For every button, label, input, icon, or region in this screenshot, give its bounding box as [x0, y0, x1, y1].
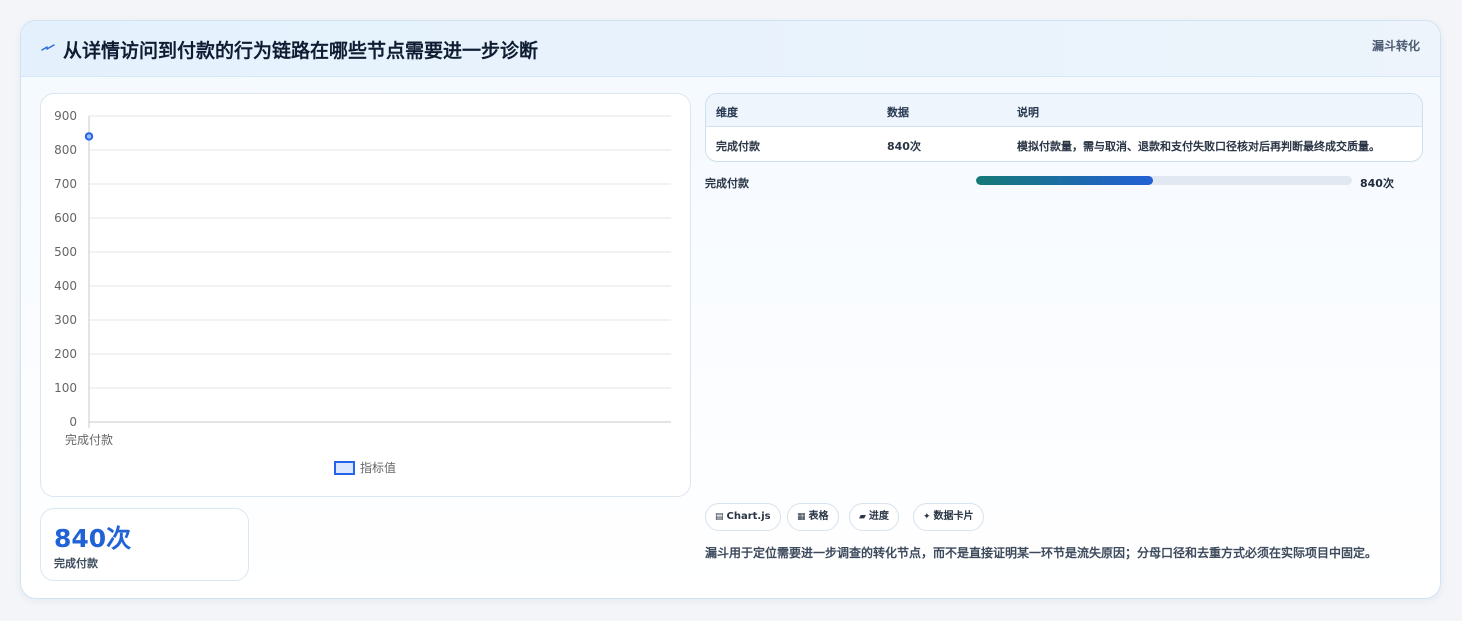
chip-label: 表格	[808, 511, 829, 522]
chip-data-card[interactable]: ✦ 数据卡片	[913, 503, 984, 531]
y-tick-label: 100	[54, 381, 77, 395]
chart-icon: ▤	[715, 512, 724, 522]
table-cell-dimension: 完成付款	[716, 140, 760, 153]
chip-table[interactable]: ▦ 表格	[787, 503, 839, 531]
data-table: 维度 数据 说明 完成付款 840次 模拟付款量，需与取消、退款和支付失败口径核…	[705, 93, 1423, 162]
progress-icon: ▰	[859, 512, 866, 522]
category-badge: 漏斗转化	[1371, 39, 1420, 53]
line-chart: 0 100 200 300 400 500 600 700 800 900 完成付款指标值	[54, 109, 671, 475]
page-title: 从详情访问到付款的行为链路在哪些节点需要进一步诊断	[63, 40, 539, 62]
y-tick-label: 700	[54, 177, 77, 191]
card-icon: ✦	[923, 512, 931, 522]
table-header-data: 数据	[887, 106, 909, 119]
progress-value: 840次	[1360, 177, 1394, 190]
y-tick-label: 500	[54, 245, 77, 259]
chip-label: 进度	[868, 511, 889, 522]
table-header-dimension: 维度	[716, 106, 738, 119]
chart-panel: 0 100 200 300 400 500 600 700 800 900 完成付款指标值	[40, 93, 691, 497]
table-header-description: 说明	[1017, 106, 1039, 119]
x-tick-label: 完成付款	[65, 432, 113, 447]
metric-card: 840次 完成付款	[40, 508, 249, 581]
funnel-card: 从详情访问到付款的行为链路在哪些节点需要进一步诊断 漏斗转化 0 100 200 30…	[20, 20, 1441, 599]
y-tick-label: 300	[54, 313, 77, 327]
y-tick-label: 400	[54, 279, 77, 293]
progress-row: 完成付款 840次	[705, 171, 1423, 191]
chip-label: Chart.js	[726, 511, 771, 522]
data-point	[84, 132, 94, 141]
legend-swatch	[334, 461, 355, 475]
table-header: 维度 数据 说明	[706, 94, 1422, 127]
chip-progress[interactable]: ▰ 进度	[849, 503, 899, 531]
y-tick-label: 200	[54, 347, 77, 361]
card-header: 从详情访问到付款的行为链路在哪些节点需要进一步诊断 漏斗转化	[21, 21, 1440, 77]
table-cell-data: 840次	[887, 140, 921, 153]
table-icon: ▦	[797, 512, 806, 522]
metric-value: 840次	[54, 524, 132, 553]
bolt-icon	[41, 44, 55, 51]
y-tick-label: 600	[54, 211, 77, 225]
footnote: 漏斗用于定位需要进一步调查的转化节点，而不是直接证明某一环节是流失原因；分母口径…	[705, 546, 1378, 560]
y-tick-label: 0	[69, 415, 77, 429]
progress-track	[976, 176, 1352, 185]
chip-chartjs[interactable]: ▤ Chart.js	[705, 503, 781, 531]
progress-label: 完成付款	[705, 177, 749, 190]
legend-label: 指标值	[360, 460, 396, 475]
table-cell-description: 模拟付款量，需与取消、退款和支付失败口径核对后再判断最终成交质量。	[1017, 140, 1380, 153]
y-tick-label: 800	[54, 143, 77, 157]
chip-label: 数据卡片	[933, 511, 974, 522]
y-tick-label: 900	[54, 109, 77, 123]
metric-label: 完成付款	[54, 557, 98, 570]
progress-fill	[976, 176, 1153, 185]
